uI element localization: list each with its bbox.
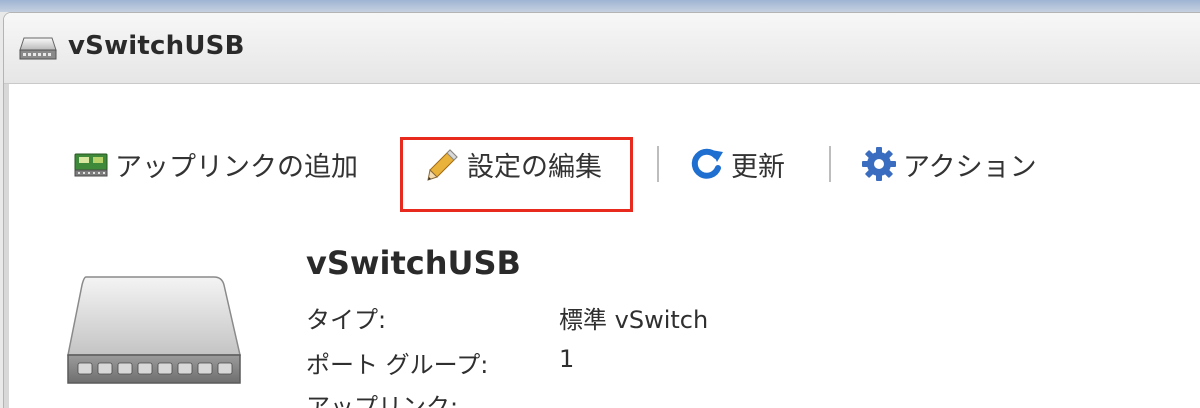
switch-device-icon — [67, 276, 241, 384]
vswitch-name: vSwitchUSB — [306, 244, 521, 282]
network-switch-icon — [19, 37, 57, 60]
window-content: アップリンクの追加 設定の編集 更新 アクション vSwitchUSB タイプ:… — [4, 84, 1200, 408]
toolbar-separator — [657, 146, 659, 182]
gear-icon — [862, 147, 896, 181]
detail-label: アップリンク: — [306, 393, 459, 408]
toolbar-separator — [829, 146, 831, 182]
vswitch-window: vSwitchUSB アップリンクの追加 設定の編集 更新 アクション vSwi… — [3, 12, 1200, 408]
add-uplink-icon — [74, 153, 108, 177]
actions-button[interactable]: アクション — [859, 140, 1037, 188]
detail-value: 標準 vSwitch — [559, 306, 709, 334]
refresh-button[interactable]: 更新 — [687, 140, 785, 188]
window-titlebar: vSwitchUSB — [4, 13, 1200, 84]
add-uplink-label: アップリンクの追加 — [115, 151, 358, 183]
window-title: vSwitchUSB — [68, 31, 245, 61]
refresh-label: 更新 — [731, 151, 785, 183]
detail-value: 1 — [559, 345, 575, 373]
detail-label: タイプ: — [306, 306, 387, 334]
add-uplink-button[interactable]: アップリンクの追加 — [71, 140, 358, 188]
detail-label: ポート グループ: — [306, 351, 489, 379]
refresh-icon — [691, 148, 723, 179]
actions-label: アクション — [903, 151, 1037, 183]
desktop-top-strip — [0, 0, 1200, 12]
page: vSwitchUSB アップリンクの追加 設定の編集 更新 アクション vSwi… — [0, 0, 1200, 408]
edit-settings-highlight — [400, 137, 633, 212]
